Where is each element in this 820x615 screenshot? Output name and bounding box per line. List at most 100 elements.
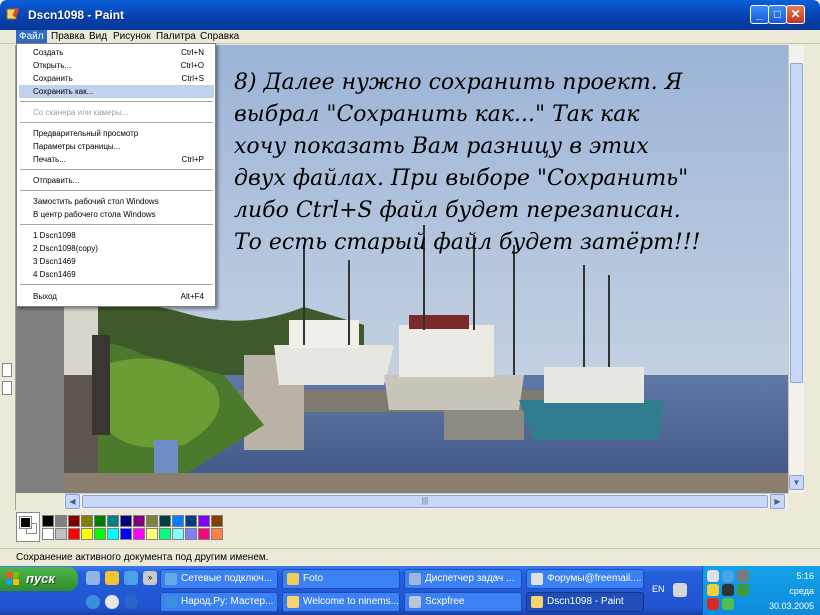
color-swatch[interactable]	[81, 515, 93, 527]
menu-image[interactable]: Рисунок	[110, 30, 154, 44]
tool-button[interactable]	[2, 363, 12, 377]
media-icon[interactable]	[105, 595, 119, 609]
tutorial-caption: 8) Далее нужно сохранить проект. Я выбра…	[234, 67, 788, 259]
color-swatch[interactable]	[107, 528, 119, 540]
task-task-manager[interactable]: Диспетчер задач ...	[404, 569, 522, 589]
menu-edit[interactable]: Правка	[48, 30, 88, 44]
language-indicator[interactable]: EN	[652, 584, 665, 594]
color-swatch[interactable]	[68, 515, 80, 527]
menu-item-print-preview[interactable]: Предварительный просмотр	[19, 127, 214, 140]
color-swatch[interactable]	[42, 528, 54, 540]
foreground-color	[19, 516, 32, 529]
task-label: Народ.Ру: Мастер...	[181, 596, 274, 607]
color-swatch[interactable]	[159, 515, 171, 527]
menu-item-recent-4[interactable]: 4 Dscn1469	[19, 268, 214, 281]
scroll-down-button[interactable]: ▼	[789, 475, 804, 490]
color-swatch[interactable]	[185, 515, 197, 527]
menu-item-send[interactable]: Отправить...	[19, 174, 214, 187]
color-swatch[interactable]	[42, 515, 54, 527]
color-swatch[interactable]	[159, 528, 171, 540]
scroll-left-button[interactable]: ◀	[65, 494, 80, 509]
quicklaunch-expand-icon[interactable]: »	[143, 571, 157, 585]
system-tray: 5:16 среда 30.03.2005	[702, 566, 820, 615]
menu-item-shortcut: Ctrl+N	[181, 48, 204, 57]
color-swatch[interactable]	[120, 528, 132, 540]
menu-item-save-as[interactable]: Сохранить как...	[19, 85, 214, 98]
color-swatch[interactable]	[185, 528, 197, 540]
keyboard-icon[interactable]	[673, 583, 687, 597]
show-desktop-icon[interactable]	[86, 571, 100, 585]
menu-item-page-setup[interactable]: Параметры страницы...	[19, 140, 214, 153]
tool-button[interactable]	[2, 381, 12, 395]
horizontal-scroll-thumb[interactable]: |||	[82, 495, 768, 508]
menu-view[interactable]: Вид	[86, 30, 110, 44]
menu-item-label: 2 Dscn1098(copy)	[33, 244, 98, 253]
clock-time[interactable]: 5:16	[796, 570, 814, 583]
task-welcome[interactable]: Welcome to ninems...	[282, 592, 400, 612]
menu-item-tile-desktop[interactable]: Замостить рабочий стол Windows	[19, 195, 214, 208]
color-swatch[interactable]	[211, 528, 223, 540]
menu-item-shortcut: Ctrl+P	[181, 155, 204, 164]
tray-icon[interactable]	[722, 598, 734, 610]
menu-item-open[interactable]: Открыть... Ctrl+O	[19, 59, 214, 72]
color-swatch[interactable]	[133, 515, 145, 527]
color-swatch[interactable]	[172, 515, 184, 527]
color-swatch[interactable]	[211, 515, 223, 527]
color-swatch[interactable]	[94, 515, 106, 527]
color-swatch[interactable]	[198, 515, 210, 527]
task-network-connections[interactable]: Сетевые подключ...	[160, 569, 278, 589]
maximize-button[interactable]: □	[768, 5, 787, 24]
menu-item-center-desktop[interactable]: В центр рабочего стола Windows	[19, 208, 214, 221]
horizontal-scrollbar[interactable]: ◀ ||| ▶	[64, 493, 788, 509]
start-button[interactable]: пуск	[0, 567, 78, 591]
tray-icon[interactable]	[737, 570, 749, 582]
menu-item-save[interactable]: Сохранить Ctrl+S	[19, 72, 214, 85]
menu-item-print[interactable]: Печать... Ctrl+P	[19, 153, 214, 166]
close-button[interactable]: ✕	[786, 5, 805, 24]
menu-separator	[20, 122, 213, 123]
task-foto[interactable]: Foto	[282, 569, 400, 589]
tray-icon[interactable]	[722, 570, 734, 582]
tray-icon[interactable]	[707, 598, 719, 610]
task-narod[interactable]: Народ.Ру: Мастер...	[160, 592, 278, 612]
color-swatch[interactable]	[120, 515, 132, 527]
tray-icon[interactable]	[722, 584, 734, 596]
menu-item-recent-1[interactable]: 1 Dscn1098	[19, 229, 214, 242]
menu-palette[interactable]: Палитра	[153, 30, 199, 44]
menu-item-new[interactable]: Создать Ctrl+N	[19, 46, 214, 59]
quicklaunch-icon[interactable]	[105, 571, 119, 585]
menu-item-from-scanner[interactable]: Со сканера или камеры...	[19, 106, 214, 119]
color-swatch[interactable]	[55, 528, 67, 540]
minimize-button[interactable]: _	[750, 5, 769, 24]
task-forums[interactable]: Форумы@freemail....	[526, 569, 644, 589]
color-swatch[interactable]	[133, 528, 145, 540]
quicklaunch-icon[interactable]	[124, 595, 138, 609]
tray-icon[interactable]	[737, 584, 749, 596]
current-colors[interactable]	[16, 512, 40, 542]
color-swatch[interactable]	[107, 515, 119, 527]
menu-file[interactable]: Файл	[16, 30, 47, 44]
tray-icon[interactable]	[707, 584, 719, 596]
color-swatch[interactable]	[146, 515, 158, 527]
menu-item-recent-2[interactable]: 2 Dscn1098(copy)	[19, 242, 214, 255]
quicklaunch-icon[interactable]	[124, 571, 138, 585]
color-swatch[interactable]	[94, 528, 106, 540]
ie-icon[interactable]	[86, 595, 100, 609]
scroll-right-button[interactable]: ▶	[770, 494, 785, 509]
task-scxpfree[interactable]: Scxpfree	[404, 592, 522, 612]
menu-help[interactable]: Справка	[197, 30, 242, 44]
vertical-scroll-thumb[interactable]	[790, 63, 803, 383]
menu-item-exit[interactable]: Выход Alt+F4	[19, 290, 214, 303]
task-paint-active[interactable]: Dscn1098 - Paint	[526, 592, 644, 612]
tray-icon[interactable]	[707, 570, 719, 582]
color-swatch[interactable]	[146, 528, 158, 540]
color-swatch[interactable]	[172, 528, 184, 540]
color-swatch[interactable]	[55, 515, 67, 527]
task-label: Форумы@freemail....	[547, 573, 642, 584]
color-swatch[interactable]	[81, 528, 93, 540]
color-swatch[interactable]	[198, 528, 210, 540]
vertical-scrollbar[interactable]: ▼	[788, 45, 804, 493]
color-swatch[interactable]	[68, 528, 80, 540]
menu-item-recent-3[interactable]: 3 Dscn1469	[19, 255, 214, 268]
title-bar[interactable]: Dscn1098 - Paint _ □ ✕	[0, 0, 820, 30]
